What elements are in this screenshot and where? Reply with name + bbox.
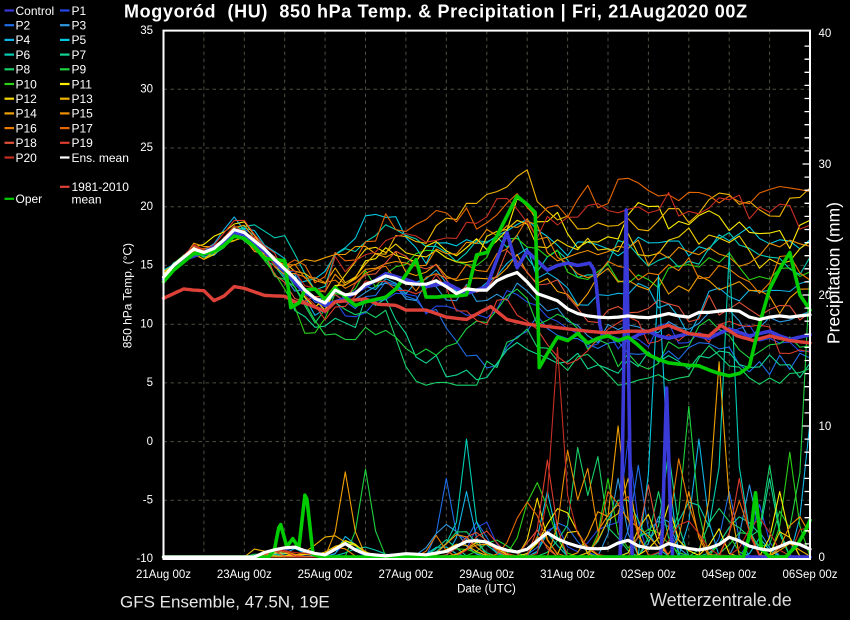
svg-text:06Sep 00z: 06Sep 00z	[783, 569, 838, 581]
svg-text:Mogyoród (HU) 850 hPa Temp.: Mogyoród (HU) 850 hPa Temp. & Precipitat…	[124, 2, 748, 22]
svg-text:P20: P20	[16, 151, 38, 165]
svg-text:20: 20	[140, 201, 153, 213]
svg-text:21Aug 00z: 21Aug 00z	[136, 569, 191, 581]
svg-text:P19: P19	[72, 136, 94, 150]
svg-text:P3: P3	[72, 19, 87, 33]
svg-text:0: 0	[819, 552, 825, 564]
svg-text:P14: P14	[16, 107, 38, 121]
svg-text:-5: -5	[143, 494, 153, 506]
svg-text:0: 0	[147, 436, 153, 448]
svg-text:P8: P8	[16, 63, 31, 77]
svg-text:P7: P7	[72, 48, 87, 62]
svg-text:Date (UTC): Date (UTC)	[457, 584, 516, 596]
svg-text:P12: P12	[16, 92, 38, 106]
svg-text:P4: P4	[16, 33, 31, 47]
svg-text:P17: P17	[72, 121, 94, 135]
svg-text:30: 30	[819, 159, 832, 171]
svg-text:25: 25	[140, 142, 153, 154]
svg-text:-10: -10	[136, 553, 153, 565]
svg-text:23Aug 00z: 23Aug 00z	[217, 569, 272, 581]
svg-text:35: 35	[140, 25, 153, 37]
svg-text:P9: P9	[72, 63, 87, 77]
svg-text:P15: P15	[72, 107, 94, 121]
svg-text:GFS Ensemble, 47.5N, 19E: GFS Ensemble, 47.5N, 19E	[120, 593, 330, 612]
svg-text:P11: P11	[72, 77, 93, 91]
svg-text:40: 40	[819, 28, 832, 40]
svg-text:Precipitation (mm): Precipitation (mm)	[824, 202, 844, 344]
svg-text:P6: P6	[16, 48, 31, 62]
svg-text:27Aug 00z: 27Aug 00z	[378, 569, 433, 581]
svg-text:P16: P16	[16, 121, 38, 135]
svg-text:15: 15	[140, 260, 153, 272]
svg-text:Control: Control	[16, 4, 55, 18]
svg-text:Wetterzentrale.de: Wetterzentrale.de	[650, 590, 792, 610]
svg-text:04Sep 00z: 04Sep 00z	[702, 569, 757, 581]
svg-text:5: 5	[147, 377, 153, 389]
svg-text:P5: P5	[72, 33, 87, 47]
svg-text:10: 10	[819, 421, 832, 433]
svg-text:P10: P10	[16, 77, 38, 91]
svg-text:30: 30	[140, 84, 153, 96]
svg-text:10: 10	[140, 318, 153, 330]
svg-text:P18: P18	[16, 136, 38, 150]
svg-text:Ens. mean: Ens. mean	[72, 151, 129, 165]
svg-text:02Sep 00z: 02Sep 00z	[621, 569, 676, 581]
svg-text:31Aug 00z: 31Aug 00z	[540, 569, 595, 581]
svg-text:29Aug 00z: 29Aug 00z	[459, 569, 514, 581]
svg-text:Oper: Oper	[16, 192, 43, 206]
svg-text:P2: P2	[16, 19, 31, 33]
svg-text:P13: P13	[72, 92, 94, 106]
svg-text:P1: P1	[72, 4, 87, 18]
svg-text:mean: mean	[72, 193, 102, 207]
svg-text:850 hPa Temp. (°C): 850 hPa Temp. (°C)	[121, 243, 135, 348]
svg-text:25Aug 00z: 25Aug 00z	[298, 569, 353, 581]
